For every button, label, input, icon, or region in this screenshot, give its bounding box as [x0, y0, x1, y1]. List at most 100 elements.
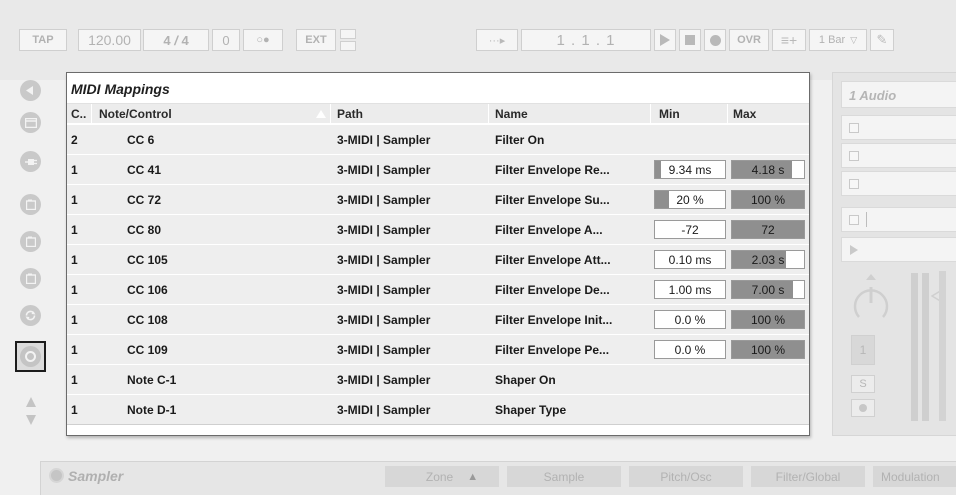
max-value-box-value: 7.00 s	[751, 283, 785, 297]
places-button-2[interactable]	[20, 231, 41, 252]
column-header-channel[interactable]: C..	[71, 107, 86, 121]
overdub-button[interactable]: OVR	[729, 29, 769, 51]
min-value-box[interactable]: -72	[654, 220, 726, 239]
scroll-stepper[interactable]	[25, 396, 37, 426]
cell-path: 3-MIDI | Sampler	[337, 223, 431, 237]
time-signature-field[interactable]: 4 / 4	[143, 29, 209, 51]
column-header-max[interactable]: Max	[733, 107, 756, 121]
max-value-box[interactable]: 100 %	[731, 340, 805, 359]
clip-slot[interactable]	[841, 171, 956, 196]
cell-name: Filter On	[495, 133, 545, 147]
cell-note-control: CC 6	[127, 133, 155, 147]
cell-path: 3-MIDI | Sampler	[337, 133, 431, 147]
record-button[interactable]	[704, 29, 726, 51]
tab-filter-global[interactable]: Filter/Global	[751, 466, 865, 487]
slot-divider	[866, 212, 867, 227]
collapse-browser-button[interactable]	[20, 80, 41, 101]
max-value-box[interactable]: 100 %	[731, 190, 805, 209]
browser-button[interactable]	[20, 112, 41, 133]
cell-name: Shaper On	[495, 373, 556, 387]
clip-slot[interactable]	[841, 115, 956, 140]
arrangement-position-field[interactable]: 1 . 1 . 1	[521, 29, 651, 51]
pan-knob[interactable]	[849, 273, 893, 327]
device-title[interactable]: Sampler	[68, 468, 123, 484]
max-value-box[interactable]: 72	[731, 220, 805, 239]
clip-stop-icon	[849, 151, 859, 161]
max-value-box[interactable]: 7.00 s	[731, 280, 805, 299]
max-value-box[interactable]: 4.18 s	[731, 160, 805, 179]
midi-map-mode-button[interactable]	[15, 341, 46, 372]
table-row[interactable]: 1 CC 105 3-MIDI | Sampler Filter Envelope A…	[67, 244, 809, 274]
column-header-name[interactable]: Name	[495, 107, 528, 121]
table-row[interactable]: 1 CC 80 3-MIDI | Sampler Filter Envelope A.…	[67, 214, 809, 244]
follow-arrow-icon: ···▸	[488, 34, 506, 47]
min-value-box[interactable]: 0.0 %	[654, 310, 726, 329]
ext-sync-button[interactable]: EXT	[296, 29, 336, 51]
groove-field[interactable]: 0	[212, 29, 240, 51]
track-input-slot[interactable]	[841, 207, 956, 232]
min-value-box-value: 20 %	[676, 193, 704, 207]
tab-modulation[interactable]: Modulation	[873, 466, 956, 487]
column-header-note-control[interactable]: Note/Control	[99, 107, 172, 121]
tab-sample[interactable]: Sample	[507, 466, 621, 487]
solo-button[interactable]: S	[851, 375, 875, 393]
tab-zone[interactable]: Zone ▲	[385, 466, 499, 487]
volume-fader-track[interactable]	[939, 271, 946, 421]
midi-map-icon	[20, 346, 41, 367]
stop-button[interactable]	[679, 29, 701, 51]
device-activator-button[interactable]	[49, 468, 64, 483]
min-value-box-value: 1.00 ms	[668, 283, 712, 297]
clip-slot[interactable]	[841, 143, 956, 168]
refresh-button[interactable]	[20, 305, 41, 326]
draw-mode-button[interactable]: ✎	[870, 29, 894, 51]
column-header-min[interactable]: Min	[659, 107, 680, 121]
places-button-3[interactable]	[20, 268, 41, 289]
arm-button[interactable]	[851, 399, 875, 417]
tab-pitch-osc[interactable]: Pitch/Osc	[629, 466, 743, 487]
places-button-1[interactable]	[20, 194, 41, 215]
max-value-box[interactable]: 100 %	[731, 310, 805, 329]
cell-path: 3-MIDI | Sampler	[337, 313, 431, 327]
clip-stop-icon	[849, 215, 859, 225]
max-value-box[interactable]: 2.03 s	[731, 250, 805, 269]
min-value-box[interactable]: 20 %	[654, 190, 726, 209]
cell-channel: 1	[71, 253, 78, 267]
refresh-icon	[25, 310, 36, 321]
track-activator-button[interactable]: 1	[851, 335, 875, 365]
min-value-box[interactable]: 1.00 ms	[654, 280, 726, 299]
min-value-box[interactable]: 0.10 ms	[654, 250, 726, 269]
max-value-box-value: 4.18 s	[751, 163, 785, 177]
min-value-box[interactable]: 0.0 %	[654, 340, 726, 359]
quantization-value: 1 Bar	[818, 34, 846, 46]
table-row[interactable]: 1 CC 106 3-MIDI | Sampler Filter Envelope D…	[67, 274, 809, 304]
panel-title: MIDI Mappings	[71, 81, 170, 97]
table-row[interactable]: 1 Note C-1 3-MIDI | Sampler Shaper On	[67, 364, 809, 394]
quantization-select[interactable]: 1 Bar ▽	[809, 29, 867, 51]
cell-note-control: CC 80	[127, 223, 162, 237]
min-value-box-value: 0.0 %	[674, 313, 706, 327]
table-row[interactable]: 2 CC 6 3-MIDI | Sampler Filter On	[67, 124, 809, 154]
plugin-devices-button[interactable]	[20, 151, 41, 172]
play-button[interactable]	[654, 29, 676, 51]
column-header-path[interactable]: Path	[337, 107, 363, 121]
follow-button[interactable]: ···▸	[476, 29, 518, 51]
transport-bar: TAP 120.00 4 / 4 0 ○● EXT ···▸ 1 . 1 . 1…	[0, 0, 956, 80]
cell-path: 3-MIDI | Sampler	[337, 193, 431, 207]
min-value-box-value: 0.10 ms	[668, 253, 712, 267]
table-row[interactable]: 1 CC 72 3-MIDI | Sampler Filter Envelope Su…	[67, 184, 809, 214]
track-title[interactable]: 1 Audio	[841, 81, 956, 108]
table-row[interactable]: 1 CC 41 3-MIDI | Sampler Filter Envelope Re…	[67, 154, 809, 184]
tap-button[interactable]: TAP	[19, 29, 67, 51]
cell-channel: 1	[71, 343, 78, 357]
scene-launch-slot[interactable]	[841, 237, 956, 262]
automation-arm-button[interactable]: ≡+	[772, 29, 806, 51]
table-row[interactable]: 1 Note D-1 3-MIDI | Sampler Shaper Type	[67, 394, 809, 424]
table-row[interactable]: 1 CC 109 3-MIDI | Sampler Filter Envelope P…	[67, 334, 809, 364]
cell-channel: 1	[71, 193, 78, 207]
min-value-box[interactable]: 9.34 ms	[654, 160, 726, 179]
metronome-button[interactable]: ○●	[243, 29, 283, 51]
tempo-field[interactable]: 120.00	[78, 29, 141, 51]
clip-stop-icon	[849, 123, 859, 133]
table-row[interactable]: 1 CC 108 3-MIDI | Sampler Filter Envelope I…	[67, 304, 809, 334]
sync-indicator	[340, 29, 356, 51]
